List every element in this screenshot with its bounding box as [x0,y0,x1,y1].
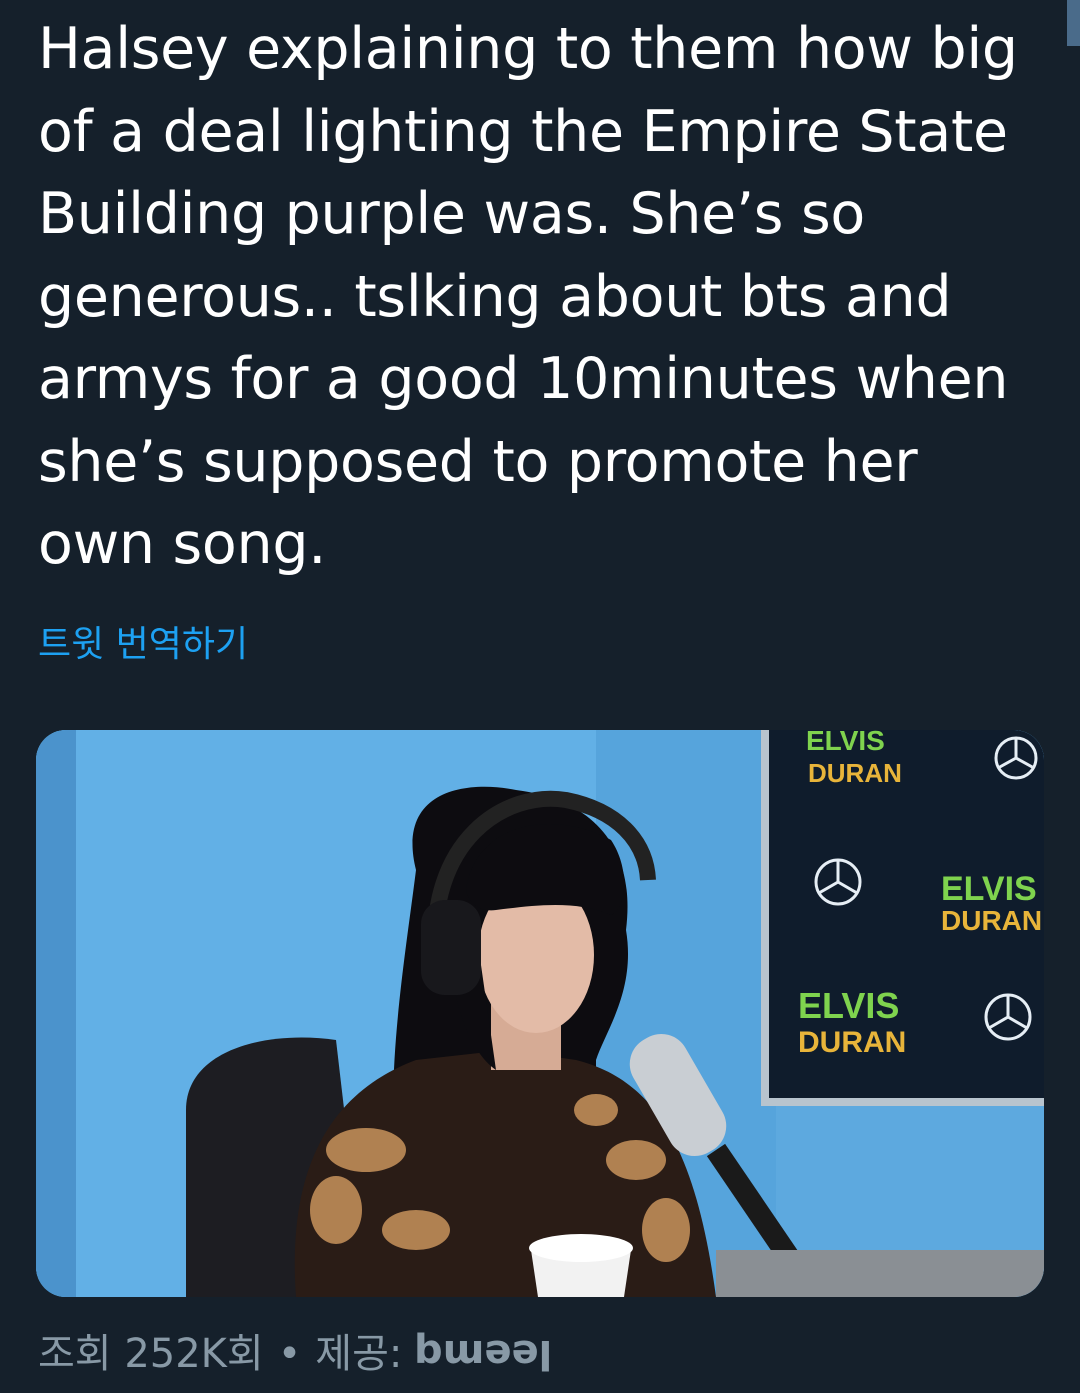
scroll-indicator[interactable] [1067,0,1080,46]
tweet-view-stats: 조회 252K회 • 제공: leemq [38,1328,553,1380]
tweet-video[interactable]: ELVIS DURAN ELVIS DURAN ELVIS DURAN [36,730,1044,1297]
svg-text:DURAN: DURAN [941,905,1042,936]
separator-dot: • [277,1331,302,1377]
translate-tweet-link[interactable]: 트윗 번역하기 [38,620,248,670]
svg-text:DURAN: DURAN [798,1026,906,1059]
svg-text:ELVIS: ELVIS [798,985,899,1026]
view-count: 조회 252K회 [38,1331,264,1377]
svg-text:DURAN: DURAN [808,758,902,788]
source-handle-link[interactable]: leemq [414,1328,552,1380]
source-label: 제공: [315,1331,403,1377]
video-frame-image: ELVIS DURAN ELVIS DURAN ELVIS DURAN [36,730,1044,1297]
tweet-text: Halsey explaining to them how big of a d… [38,16,1018,577]
svg-text:ELVIS: ELVIS [941,870,1037,908]
svg-text:ELVIS: ELVIS [806,730,885,756]
